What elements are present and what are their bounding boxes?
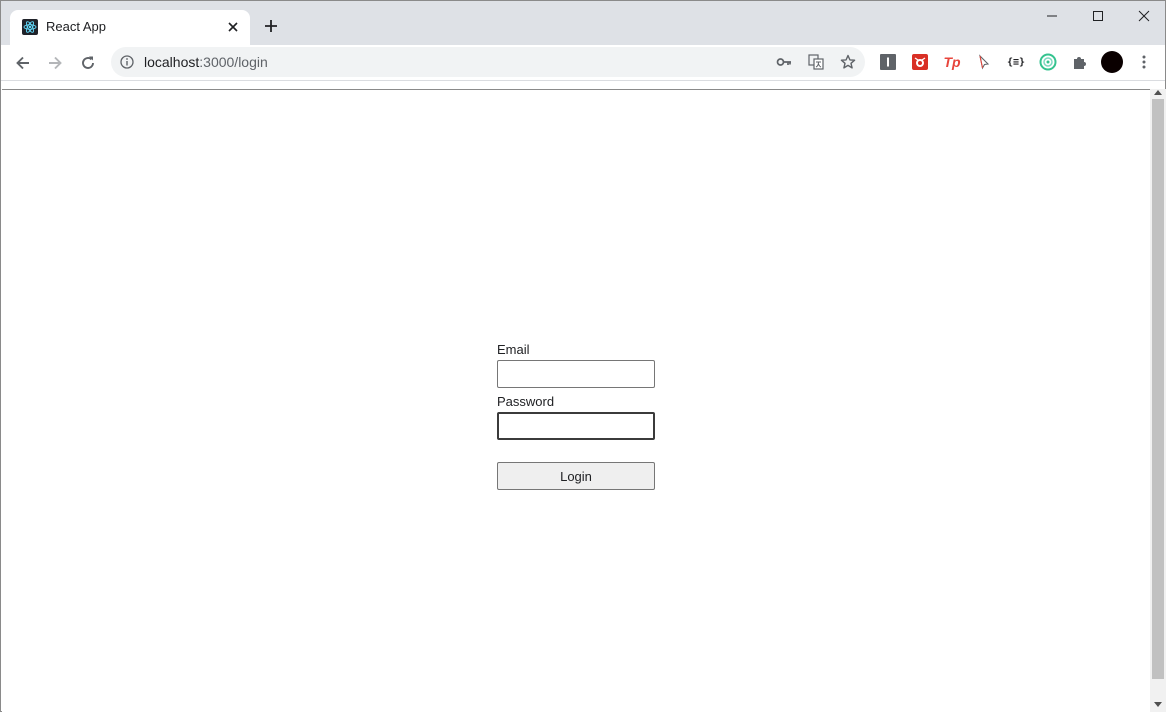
window-close-icon[interactable] [1121, 1, 1166, 31]
email-label: Email [497, 342, 530, 357]
password-field[interactable] [497, 412, 655, 440]
translate-icon[interactable] [807, 53, 825, 71]
password-label: Password [497, 394, 555, 409]
maximize-icon[interactable] [1075, 1, 1121, 31]
star-icon[interactable] [839, 53, 857, 71]
browser-window: React App localhost:3000/login Tp {≡} Em… [0, 0, 1166, 713]
avatar[interactable] [1101, 51, 1123, 73]
browser-toolbar: localhost:3000/login Tp {≡} [1, 45, 1165, 81]
url-host: localhost [144, 54, 200, 70]
puzzle-icon[interactable] [1071, 53, 1089, 71]
scroll-up-arrow-icon[interactable] [1154, 90, 1162, 95]
react-logo-icon [22, 19, 38, 35]
scroll-thumb[interactable] [1152, 99, 1164, 679]
cursor-ext-icon[interactable] [975, 53, 993, 71]
url-text: localhost:3000/login [144, 54, 268, 70]
instapaper-icon[interactable] [879, 53, 897, 71]
plus-icon[interactable] [261, 16, 281, 36]
info-icon[interactable] [120, 55, 134, 69]
tab-title: React App [46, 19, 106, 34]
vertical-scrollbar[interactable] [1150, 89, 1166, 712]
reload-icon[interactable] [75, 50, 101, 76]
json-ext-icon[interactable]: {≡} [1007, 53, 1025, 71]
email-field[interactable] [497, 360, 655, 388]
address-bar[interactable]: localhost:3000/login [111, 47, 865, 77]
scroll-down-arrow-icon[interactable] [1154, 702, 1162, 707]
circle-ext-icon[interactable] [1039, 53, 1057, 71]
bug-ext-icon[interactable] [911, 53, 929, 71]
arrow-left-icon[interactable] [10, 50, 36, 76]
login-form: Email Password Login [497, 342, 657, 490]
page-viewport: Email Password Login [2, 89, 1150, 713]
minimize-icon[interactable] [1029, 1, 1075, 31]
login-button[interactable]: Login [497, 462, 655, 490]
url-path: :3000/login [199, 54, 268, 70]
key-icon[interactable] [775, 53, 793, 71]
tab-react-app[interactable]: React App [10, 10, 250, 45]
arrow-right-icon[interactable] [42, 50, 68, 76]
tp-ext-icon[interactable]: Tp [943, 53, 961, 71]
tab-strip: React App [1, 1, 1165, 45]
menu-kebab-icon[interactable] [1135, 53, 1153, 71]
close-icon[interactable] [224, 18, 242, 36]
